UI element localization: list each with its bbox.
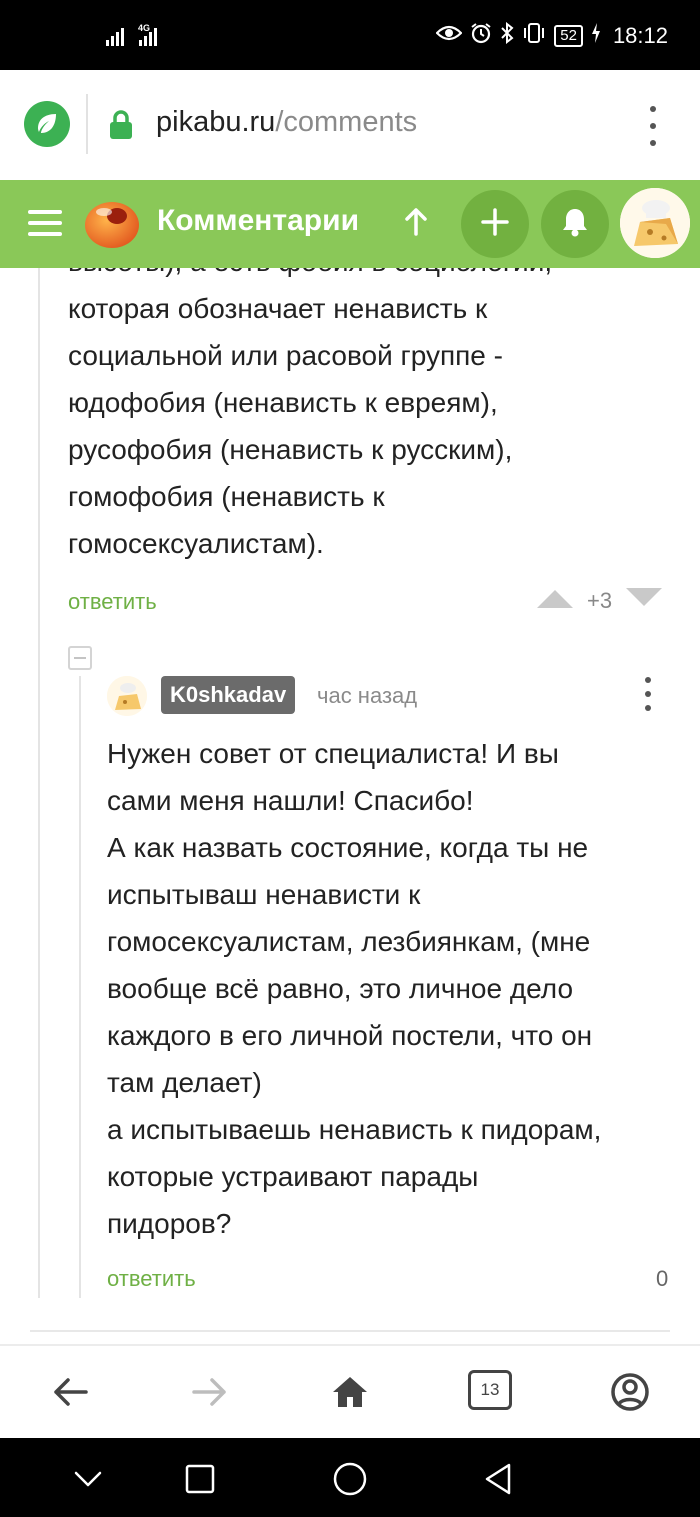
thread-line[interactable] <box>38 268 40 1298</box>
browser-menu-icon[interactable] <box>640 106 666 146</box>
url-field[interactable]: pikabu.ru/comments <box>156 106 417 139</box>
clock: 18:12 <box>612 23 668 48</box>
comment-menu-icon[interactable] <box>641 677 655 711</box>
browser-url-bar: pikabu.ru/comments <box>0 70 700 180</box>
comment-avatar[interactable] <box>107 676 147 716</box>
reply-link[interactable]: ответить <box>68 589 157 615</box>
url-domain: pikabu.ru <box>156 106 276 138</box>
shield-icon[interactable] <box>24 101 70 147</box>
comments-area: высоты), а есть фобия в социологии, кото… <box>0 268 700 1344</box>
home-icon[interactable] <box>328 1368 372 1416</box>
eye-icon <box>435 24 463 48</box>
forward-icon[interactable] <box>188 1368 232 1416</box>
charging-icon <box>591 23 601 49</box>
system-nav-bar <box>0 1438 700 1517</box>
lock-icon[interactable] <box>108 110 134 145</box>
url-path: /comments <box>275 106 418 138</box>
browser-bottom-nav: 13 <box>0 1344 700 1438</box>
thread-line-nested[interactable] <box>79 676 81 1298</box>
vibrate-icon <box>522 22 546 50</box>
network-label: 4G <box>138 23 151 33</box>
bell-icon <box>561 207 589 242</box>
comment-header: K0shkadav час назад <box>107 676 677 716</box>
bluetooth-icon <box>500 21 514 50</box>
vote-block: +3 <box>537 588 663 614</box>
notifications-button[interactable] <box>541 190 609 258</box>
sys-recents-icon[interactable] <box>183 1462 217 1496</box>
downvote-icon[interactable] <box>626 588 663 614</box>
page-title: Комментарии <box>157 204 360 237</box>
tabs-icon[interactable]: 13 <box>468 1370 512 1410</box>
comment-time[interactable]: час назад <box>317 683 417 709</box>
status-bar: 4G 52 18:12 <box>0 0 700 70</box>
arrow-up-icon[interactable] <box>404 206 428 241</box>
comment-author[interactable]: K0shkadav <box>161 676 296 714</box>
avatar[interactable] <box>620 188 690 258</box>
upvote-icon[interactable] <box>537 588 573 614</box>
collapse-toggle[interactable] <box>68 646 92 670</box>
divider <box>30 1330 670 1332</box>
sys-nav-back-icon[interactable] <box>481 1462 515 1496</box>
comment-rating: +3 <box>587 588 613 613</box>
comment-rating: 0 <box>656 1266 669 1291</box>
parent-comment-text: высоты), а есть фобия в социологии, кото… <box>68 268 552 559</box>
reply-comment-text: Нужен совет от специалиста! И вы сами ме… <box>107 738 602 1239</box>
add-post-button[interactable] <box>461 190 529 258</box>
separator <box>86 94 88 154</box>
battery-icon: 52 <box>554 25 583 47</box>
sys-back-icon[interactable] <box>71 1462 105 1496</box>
plus-icon <box>481 207 509 241</box>
account-icon[interactable] <box>608 1368 652 1416</box>
sys-home-icon[interactable] <box>333 1462 367 1496</box>
reply-link[interactable]: ответить <box>107 1266 196 1292</box>
menu-icon[interactable] <box>28 210 62 236</box>
pikabu-logo-icon[interactable] <box>84 196 140 255</box>
back-icon[interactable] <box>48 1368 92 1416</box>
site-header: Комментарии <box>0 180 700 268</box>
alarm-icon <box>470 22 492 50</box>
